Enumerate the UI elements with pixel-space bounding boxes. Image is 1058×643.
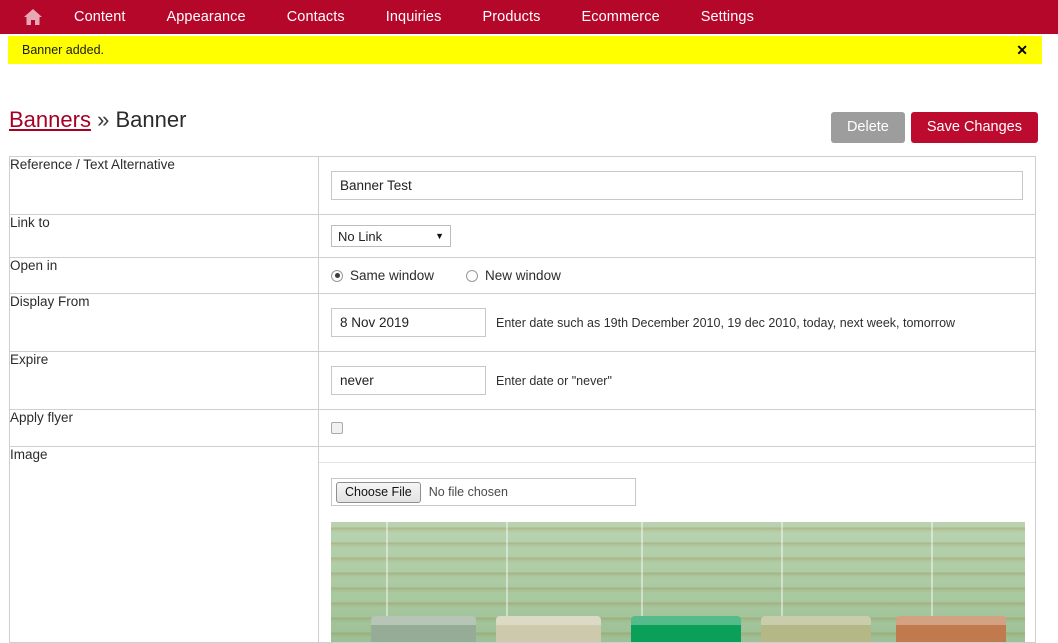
close-icon[interactable]: ✕ [1012, 41, 1032, 59]
expire-hint: Enter date or "never" [496, 373, 612, 388]
field-apply-flyer [318, 409, 1036, 447]
link-to-selected-value: No Link [338, 228, 383, 244]
preview-jar [896, 616, 1006, 642]
page-title: Banner [115, 107, 187, 132]
radio-indicator-same-window[interactable] [331, 269, 343, 282]
chevron-down-icon: ▼ [435, 231, 444, 241]
display-from-hint: Enter date such as 19th December 2010, 1… [496, 315, 956, 330]
field-display-from: Enter date such as 19th December 2010, 1… [318, 293, 1036, 352]
form-row-image: Image Choose File No file chosen [9, 446, 1036, 643]
nav-item-inquiries[interactable]: Inquiries [386, 9, 442, 25]
preview-jar [371, 616, 476, 642]
apply-flyer-checkbox[interactable] [331, 422, 343, 434]
reference-input[interactable] [331, 171, 1023, 200]
label-display-from: Display From [9, 293, 319, 352]
preview-jar [496, 616, 601, 642]
banner-form-table: Reference / Text Alternative Link to No … [9, 156, 1036, 643]
form-row-link-to: Link to No Link ▼ [9, 214, 1036, 258]
open-in-radio-group: Same window New window [331, 268, 593, 283]
radio-label-new-window: New window [485, 268, 561, 283]
label-apply-flyer: Apply flyer [9, 409, 319, 447]
nav-item-products[interactable]: Products [482, 9, 540, 25]
form-row-apply-flyer: Apply flyer [9, 409, 1036, 447]
radio-option-new-window[interactable]: New window [466, 268, 561, 283]
header-actions: Delete Save Changes [830, 112, 1038, 143]
radio-option-same-window[interactable]: Same window [331, 268, 434, 283]
display-from-input[interactable] [331, 308, 486, 337]
flash-message-text: Banner added. [22, 43, 105, 57]
form-row-reference: Reference / Text Alternative [9, 156, 1036, 215]
main-navigation-bar: Content Appearance Contacts Inquiries Pr… [0, 0, 1058, 34]
field-reference [318, 156, 1036, 215]
image-file-input[interactable]: Choose File No file chosen [331, 478, 636, 506]
label-reference: Reference / Text Alternative [9, 156, 319, 215]
radio-label-same-window: Same window [350, 268, 435, 283]
expire-input[interactable] [331, 366, 486, 395]
preview-jar [631, 616, 741, 642]
file-upload-row: Choose File No file chosen [319, 463, 1035, 506]
nav-item-ecommerce[interactable]: Ecommerce [581, 9, 659, 25]
image-field-divider [319, 447, 1035, 463]
link-to-select[interactable]: No Link ▼ [331, 225, 451, 247]
image-preview-container [319, 506, 1035, 642]
form-row-open-in: Open in Same window New window [9, 257, 1036, 294]
label-expire: Expire [9, 351, 319, 410]
field-open-in: Same window New window [318, 257, 1036, 294]
label-open-in: Open in [9, 257, 319, 294]
form-row-expire: Expire Enter date or "never" [9, 351, 1036, 410]
delete-button[interactable]: Delete [830, 112, 905, 143]
nav-item-appearance[interactable]: Appearance [167, 9, 246, 25]
field-link-to: No Link ▼ [318, 214, 1036, 258]
flash-message: Banner added. ✕ [8, 36, 1042, 64]
nav-item-contacts[interactable]: Contacts [287, 9, 345, 25]
nav-item-content[interactable]: Content [74, 9, 126, 25]
breadcrumb-separator: » [97, 107, 110, 132]
choose-file-button[interactable]: Choose File [336, 481, 421, 503]
home-icon[interactable] [22, 6, 44, 28]
breadcrumb-link-banners[interactable]: Banners [9, 107, 91, 132]
field-image: Choose File No file chosen [318, 446, 1036, 643]
form-row-display-from: Display From Enter date such as 19th Dec… [9, 293, 1036, 352]
radio-indicator-new-window[interactable] [466, 269, 479, 282]
save-changes-button[interactable]: Save Changes [910, 112, 1038, 143]
banner-image-preview [331, 522, 1025, 642]
preview-jar [761, 616, 871, 642]
label-image: Image [9, 446, 319, 643]
home-icon-glyph [24, 9, 42, 25]
label-link-to: Link to [9, 214, 319, 258]
field-expire: Enter date or "never" [318, 351, 1036, 410]
file-status-text: No file chosen [428, 485, 508, 499]
breadcrumb: Banners » Banner [9, 107, 186, 133]
nav-item-settings[interactable]: Settings [701, 9, 754, 25]
